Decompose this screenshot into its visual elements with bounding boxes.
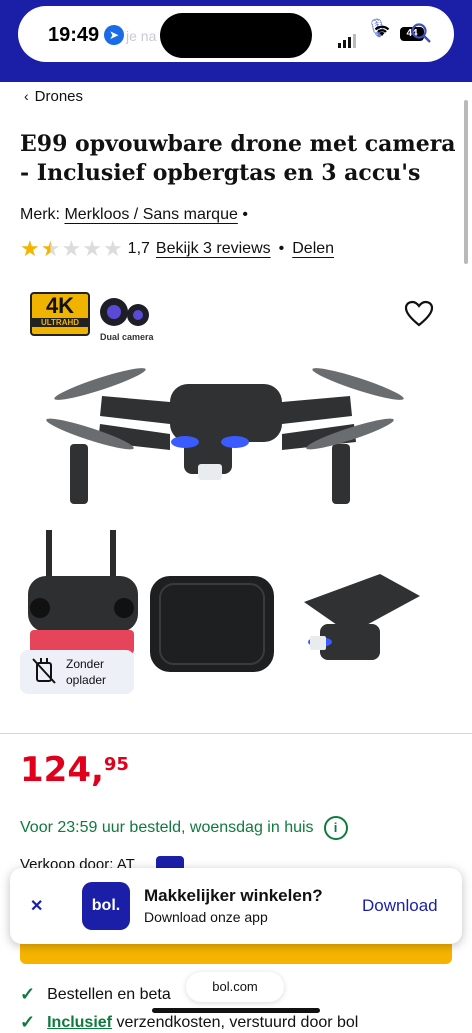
drone-image — [28, 368, 420, 672]
address-text: je na — [126, 28, 157, 44]
bullet: • — [278, 240, 285, 257]
no-charger-badge: Zonder oplader — [20, 650, 134, 694]
price-euros: 124, — [20, 750, 104, 790]
bol-logo: bol. — [82, 882, 130, 930]
no-charger-line2: oplader — [66, 673, 107, 687]
star-half-icon: ★ — [40, 236, 61, 261]
rating-row: ★ ★ ★ ★ ★ 1,7 Bekijk 3 reviews • Delen — [20, 236, 334, 262]
bullet: • — [242, 206, 248, 223]
download-button[interactable]: Download — [362, 896, 438, 916]
wishlist-heart-icon[interactable] — [404, 300, 434, 333]
chevron-left-icon: ‹ — [24, 88, 29, 104]
wifi-icon — [372, 22, 392, 43]
divider — [0, 733, 472, 734]
browser-domain[interactable]: bol.com — [186, 972, 284, 1002]
rating-value: 1,7 — [127, 240, 150, 257]
dynamic-island — [160, 13, 312, 58]
brand-link[interactable]: Merkloos / Sans marque — [64, 206, 237, 223]
price-cents: 95 — [103, 754, 129, 775]
usp-item: ✓ Bestellen en beta — [20, 984, 171, 1005]
star-icon: ★ — [20, 236, 40, 261]
info-icon[interactable]: i — [323, 816, 348, 840]
price: 124,95 — [20, 750, 129, 790]
no-charger-line1: Zonder — [66, 657, 105, 671]
usp-bold[interactable]: Inclusief — [47, 1014, 112, 1032]
home-indicator[interactable] — [152, 1008, 320, 1013]
share-link[interactable]: Delen — [292, 240, 334, 258]
usp-item: ✓ Inclusief verzendkosten, verstuurd doo… — [20, 1012, 358, 1033]
4k-badge: 4K ULTRAHD — [30, 292, 90, 336]
delivery-info: Voor 23:59 uur besteld, woensdag in huis… — [20, 816, 348, 840]
location-icon: ➤ — [104, 25, 124, 45]
star-empty-icon: ★ — [61, 236, 82, 261]
brand-row: Merk: Merkloos / Sans marque • — [20, 206, 248, 224]
usp-text: Bestellen en beta — [47, 985, 171, 1003]
search-icon[interactable] — [410, 22, 432, 49]
checkmark-icon: ✓ — [20, 1012, 36, 1032]
dual-camera-label: Dual camera — [100, 332, 154, 342]
reviews-link[interactable]: Bekijk 3 reviews — [156, 240, 271, 258]
breadcrumb-label[interactable]: Drones — [35, 88, 83, 105]
brand-prefix: Merk: — [20, 206, 60, 223]
usp-text: verzendkosten, verstuurd door bol — [112, 1013, 359, 1031]
checkmark-icon: ✓ — [20, 984, 36, 1004]
no-charger-icon — [30, 655, 58, 690]
breadcrumb[interactable]: ‹ Drones — [24, 88, 83, 105]
product-title: E99 opvouwbare drone met camera - Inclus… — [20, 131, 456, 186]
banner-subtitle: Download onze app — [144, 909, 268, 925]
close-icon[interactable]: ✕ — [30, 896, 43, 916]
star-empty-icon: ★ — [82, 236, 102, 261]
product-image-gallery[interactable] — [20, 284, 452, 708]
status-time: 19:49 — [48, 24, 100, 46]
resolution-small: ULTRAHD — [32, 318, 88, 327]
star-empty-icon: ★ — [102, 236, 123, 261]
scrollbar[interactable] — [464, 100, 468, 264]
signal-icon — [338, 30, 358, 48]
dual-camera-icon — [98, 296, 154, 335]
delivery-text: Voor 23:59 uur besteld, woensdag in huis — [20, 819, 314, 836]
banner-title: Makkelijker winkelen? — [144, 886, 323, 905]
resolution-big: 4K — [45, 293, 75, 318]
